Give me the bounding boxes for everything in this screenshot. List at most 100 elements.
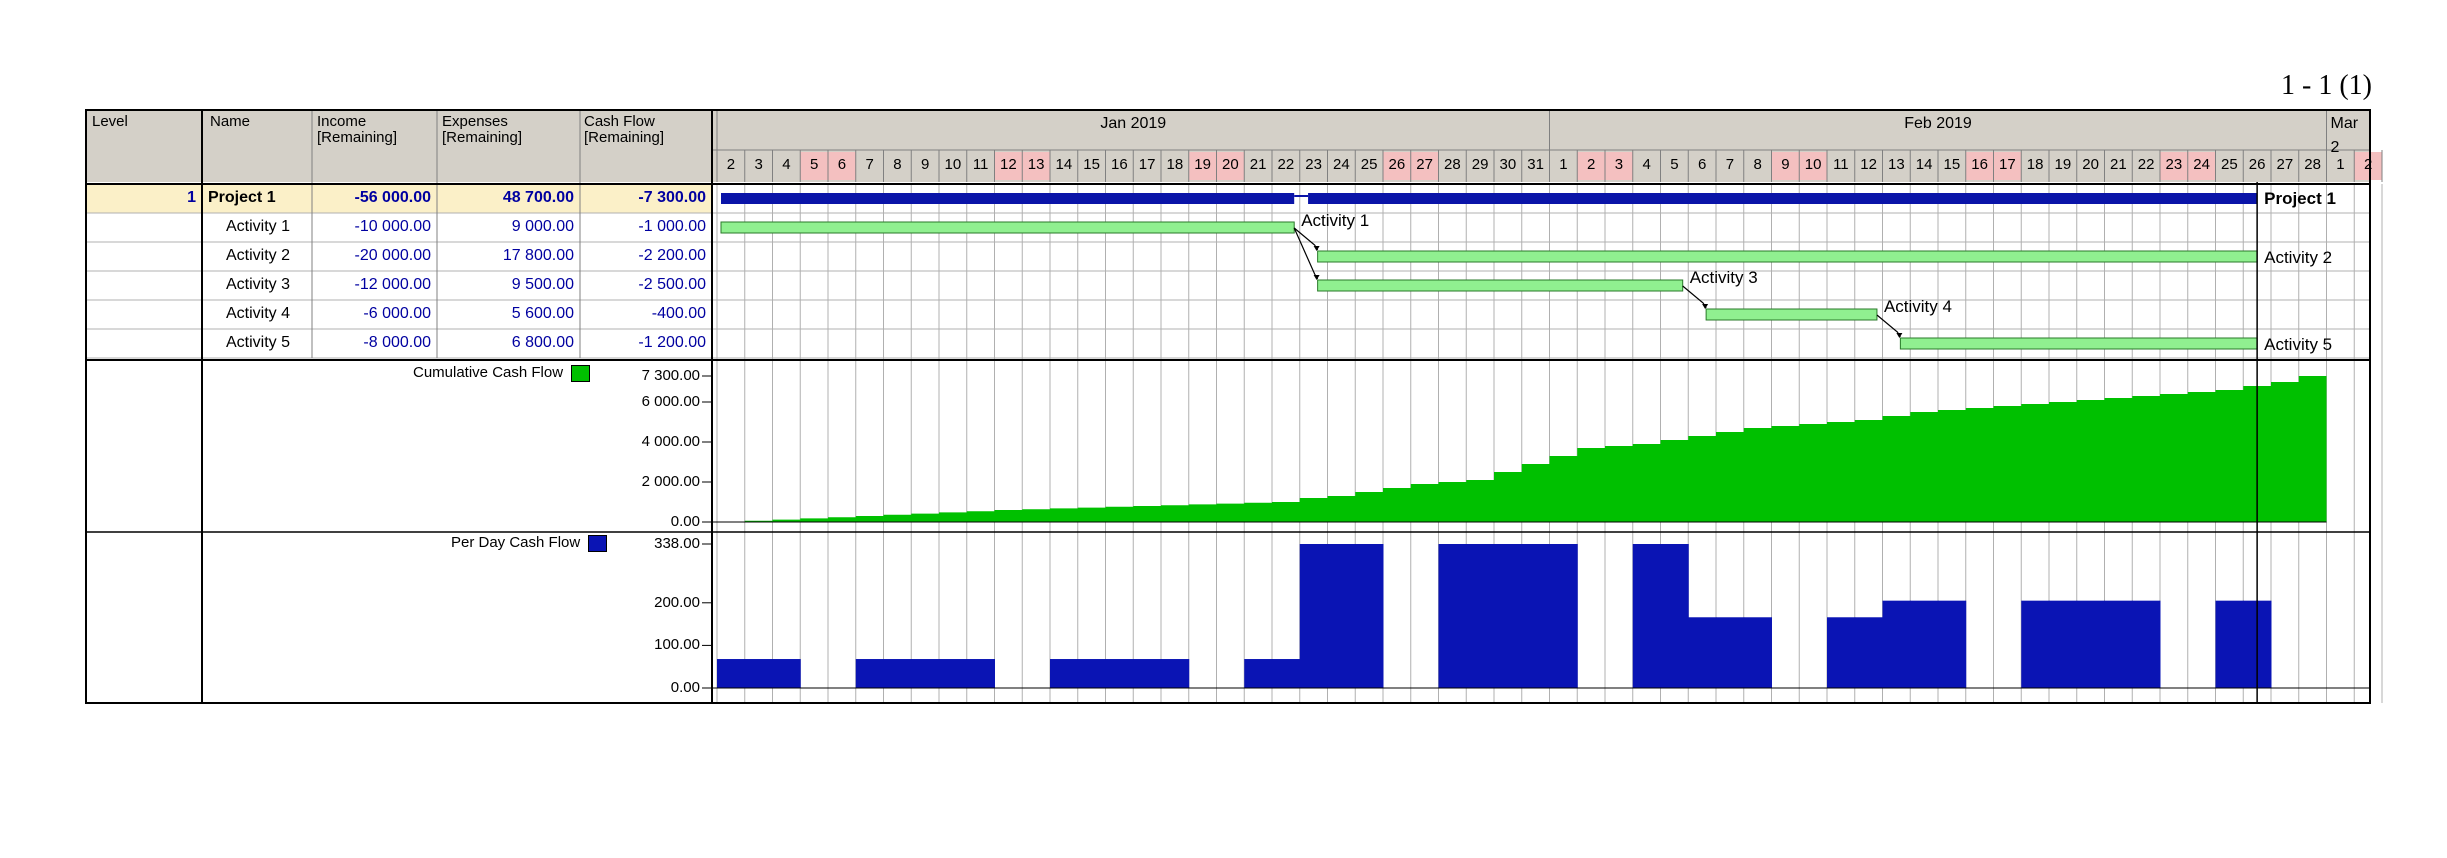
day-header: 18 — [1166, 156, 1184, 173]
summary-bar — [721, 193, 1295, 204]
day-header: 2 — [1586, 156, 1596, 173]
day-header: 9 — [920, 156, 930, 173]
day-header: 26 — [1388, 156, 1406, 173]
day-header: 5 — [809, 156, 819, 173]
per-day-cash-flow-bar — [1521, 544, 1550, 688]
per-day-cash-flow-bar — [1688, 617, 1717, 688]
col-header-expenses[interactable]: Expenses [Remaining] — [442, 114, 522, 146]
day-header: 1 — [2336, 156, 2345, 173]
day-header: 11 — [1833, 156, 1849, 173]
day-header: 15 — [1943, 156, 1961, 173]
cell-expenses: 6 800.00 — [511, 334, 574, 351]
per-day-cash-flow-bar — [1050, 659, 1079, 688]
day-header: 27 — [2276, 156, 2294, 173]
per-day-cash-flow-bar — [1743, 617, 1772, 688]
legend-label: Cumulative Cash Flow — [413, 364, 564, 381]
day-header: 31 — [1527, 156, 1544, 173]
cell-cash-flow: -1 000.00 — [638, 218, 706, 235]
day-header: 23 — [1305, 156, 1322, 173]
activity-bar — [720, 221, 1295, 234]
gantt-bar-label: Activity 1 — [1301, 211, 1370, 230]
day-header: 8 — [1753, 156, 1762, 173]
day-header: 30 — [1499, 156, 1517, 173]
per-day-cash-flow-bar — [1549, 544, 1578, 688]
cumulative-axis-tick: 4 000.00 — [641, 433, 700, 450]
per-day-cash-flow-bar — [939, 659, 968, 688]
day-header: 20 — [2082, 156, 2099, 173]
per-day-cash-flow-bar — [1910, 600, 1939, 688]
cell-level: 1 — [187, 189, 196, 206]
per-day-cash-flow-bar — [2021, 600, 2050, 688]
cumulative-axis-tick: 0.00 — [670, 513, 700, 530]
col-header-income[interactable]: Income [Remaining] — [317, 114, 397, 146]
per-day-cash-flow-bar — [1161, 659, 1190, 688]
per-day-axis-tick: 338.00 — [654, 535, 700, 552]
day-header: 21 — [2110, 156, 2127, 173]
per-day-cash-flow-bar — [1105, 659, 1134, 688]
day-header: 16 — [1111, 156, 1128, 173]
cell-income: -8 000.00 — [363, 334, 431, 351]
day-header: 21 — [1249, 156, 1267, 173]
cell-name: Activity 5 — [226, 334, 291, 351]
cumulative-axis-tick: 6 000.00 — [641, 393, 700, 410]
per-day-cash-flow-bar — [1827, 617, 1856, 688]
day-header: 8 — [893, 156, 902, 173]
day-header: 18 — [2026, 156, 2044, 173]
cell-cash-flow: -2 500.00 — [638, 276, 706, 293]
col-header-name[interactable]: Name — [210, 114, 250, 130]
per-day-cash-flow-bar — [1938, 600, 1967, 688]
day-header: 29 — [1471, 156, 1489, 173]
day-header: 19 — [2054, 156, 2072, 173]
per-day-cash-flow-bar — [1272, 659, 1301, 688]
per-day-cash-flow-bar — [966, 659, 995, 688]
dependency-arrow-head — [1313, 246, 1320, 251]
day-header: 17 — [1999, 156, 2016, 173]
cell-name: Activity 1 — [226, 218, 291, 235]
cell-income: -20 000.00 — [354, 247, 431, 264]
per-day-cash-flow-bar — [2215, 600, 2244, 688]
day-header: 7 — [1725, 156, 1735, 173]
gantt-bar-label: Activity 5 — [2264, 335, 2333, 354]
per-day-cash-flow-bar — [1716, 617, 1745, 688]
day-header: 23 — [2165, 156, 2183, 173]
day-header: 1 — [1559, 156, 1568, 173]
gantt-bar-label: Project 1 — [2264, 189, 2336, 208]
per-day-cash-flow-bar — [744, 659, 773, 688]
cumulative-axis-tick: 7 300.00 — [641, 367, 700, 384]
day-header: 20 — [1222, 156, 1239, 173]
day-header: 9 — [1781, 156, 1790, 173]
per-day-cash-flow-bar — [1299, 544, 1328, 688]
cell-cash-flow: -7 300.00 — [638, 189, 706, 206]
per-day-cash-flow-bar — [2049, 600, 2078, 688]
activity-bar — [1705, 308, 1878, 321]
per-day-cash-flow-bar — [2104, 600, 2133, 688]
cell-expenses: 5 600.00 — [511, 305, 574, 322]
day-header: 24 — [2193, 156, 2210, 173]
col-header-cash-flow[interactable]: Cash Flow [Remaining] — [584, 114, 664, 146]
legend-per-day-cash-flow: Per Day Cash Flow — [451, 534, 608, 552]
per-day-cash-flow-bar — [772, 659, 801, 688]
col-header-level[interactable]: Level — [92, 114, 128, 130]
per-day-cash-flow-bar — [1244, 659, 1273, 688]
cell-income: -6 000.00 — [363, 305, 431, 322]
cell-name: Project 1 — [208, 189, 276, 206]
cell-expenses: 9 000.00 — [511, 218, 574, 235]
day-header: 12 — [1000, 156, 1017, 173]
per-day-cash-flow-bar — [855, 659, 884, 688]
day-header: 28 — [1444, 156, 1461, 173]
day-header: 13 — [1888, 156, 1905, 173]
cell-expenses: 9 500.00 — [511, 276, 574, 293]
day-header: 2 — [726, 156, 736, 173]
per-day-cash-flow-bar — [911, 659, 940, 688]
day-header: 27 — [1416, 156, 1433, 173]
legend-cumulative-cash-flow: Cumulative Cash Flow — [413, 364, 591, 382]
dependency-arrow-head — [1702, 304, 1709, 309]
day-header: 14 — [1915, 156, 1933, 173]
day-header: 7 — [865, 156, 874, 173]
day-header: 24 — [1333, 156, 1350, 173]
day-header: 22 — [1277, 156, 1295, 173]
month-header: Feb 2019 — [1904, 115, 1972, 132]
month-header: Jan 2019 — [1100, 115, 1167, 132]
per-day-cash-flow-bar — [1660, 544, 1689, 688]
legend-label: Per Day Cash Flow — [451, 534, 581, 551]
